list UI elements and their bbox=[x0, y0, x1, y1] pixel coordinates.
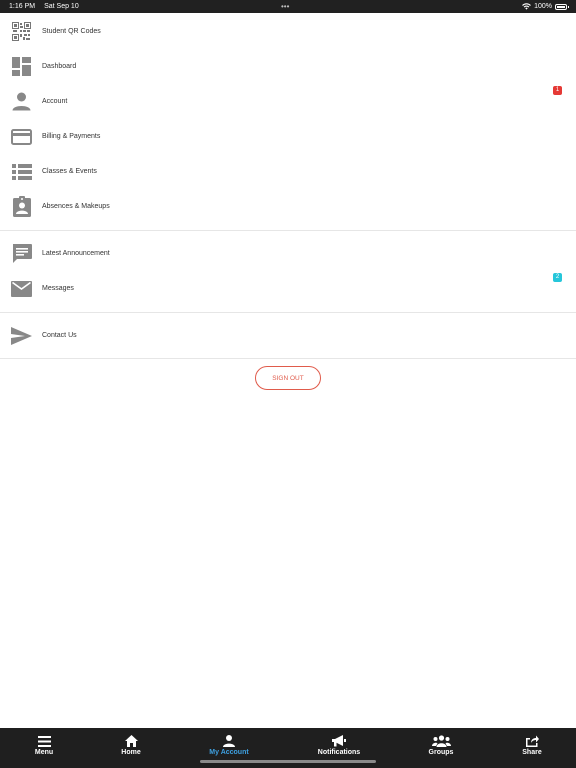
messages-badge: 2 bbox=[553, 273, 562, 282]
menu-group-account: Student QR Codes Dashboard Account 1 Bil… bbox=[0, 14, 576, 231]
announcement-icon bbox=[11, 243, 32, 264]
menu-item-absences-makeups[interactable]: Absences & Makeups bbox=[0, 189, 576, 224]
home-indicator[interactable] bbox=[200, 760, 376, 763]
tab-label: Share bbox=[522, 749, 542, 756]
menu-item-messages[interactable]: Messages 2 bbox=[0, 271, 576, 306]
menu-item-label: Account bbox=[42, 98, 68, 105]
tab-groups[interactable]: Groups bbox=[401, 734, 481, 760]
send-icon bbox=[11, 325, 32, 346]
status-date: Sat Sep 10 bbox=[44, 3, 79, 10]
person-icon bbox=[11, 91, 32, 112]
menu-item-dashboard[interactable]: Dashboard bbox=[0, 49, 576, 84]
credit-card-icon bbox=[11, 126, 32, 147]
hamburger-menu-icon bbox=[37, 734, 51, 748]
menu-item-label: Messages bbox=[42, 285, 74, 292]
menu-item-billing-payments[interactable]: Billing & Payments bbox=[0, 119, 576, 154]
tab-label: Notifications bbox=[317, 749, 361, 756]
app-screen: 1:16 PM Sat Sep 10 ••• 100% Student QR C… bbox=[0, 0, 576, 768]
tab-label: Groups bbox=[428, 749, 454, 756]
menu-item-label: Billing & Payments bbox=[42, 133, 101, 140]
menu-group-communication: Latest Announcement Messages 2 bbox=[0, 231, 576, 313]
tab-label: My Account bbox=[209, 749, 249, 756]
home-icon bbox=[124, 734, 138, 748]
menu-item-label: Latest Announcement bbox=[42, 250, 110, 257]
mail-icon bbox=[11, 278, 32, 299]
list-icon bbox=[11, 161, 32, 182]
tab-label: Menu bbox=[34, 749, 54, 756]
sign-out-button[interactable]: SIGN OUT bbox=[255, 366, 321, 390]
multitasking-dots-icon[interactable]: ••• bbox=[281, 2, 289, 11]
share-icon bbox=[525, 734, 539, 748]
battery-icon bbox=[555, 3, 569, 10]
tab-my-account[interactable]: My Account bbox=[189, 734, 269, 760]
tab-label: Home bbox=[121, 749, 141, 756]
menu-item-label: Dashboard bbox=[42, 63, 77, 70]
menu-item-student-qr-codes[interactable]: Student QR Codes bbox=[0, 14, 576, 49]
menu-item-account[interactable]: Account 1 bbox=[0, 84, 576, 119]
menu-item-label: Student QR Codes bbox=[42, 28, 101, 35]
tab-share[interactable]: Share bbox=[492, 734, 572, 760]
signout-container: SIGN OUT bbox=[0, 366, 576, 390]
megaphone-icon bbox=[332, 734, 346, 748]
status-bar: 1:16 PM Sat Sep 10 ••• 100% bbox=[0, 0, 576, 13]
qr-code-icon bbox=[11, 21, 32, 42]
dashboard-icon bbox=[11, 56, 32, 77]
menu-item-label: Classes & Events bbox=[42, 168, 97, 175]
menu-item-classes-events[interactable]: Classes & Events bbox=[0, 154, 576, 189]
tab-notifications[interactable]: Notifications bbox=[299, 734, 379, 760]
tab-menu[interactable]: Menu bbox=[4, 734, 84, 760]
wifi-icon bbox=[522, 3, 531, 10]
status-time: 1:16 PM bbox=[9, 3, 36, 10]
menu-item-label: Contact Us bbox=[42, 332, 77, 339]
menu-item-label: Absences & Makeups bbox=[42, 203, 110, 210]
person-icon bbox=[223, 734, 235, 748]
status-right: 100% bbox=[522, 0, 569, 13]
menu-item-contact-us[interactable]: Contact Us bbox=[0, 318, 576, 353]
assignment-ind-icon bbox=[11, 196, 32, 217]
account-menu: Student QR Codes Dashboard Account 1 Bil… bbox=[0, 14, 576, 359]
menu-group-contact: Contact Us bbox=[0, 313, 576, 359]
menu-item-latest-announcement[interactable]: Latest Announcement bbox=[0, 236, 576, 271]
battery-percent: 100% bbox=[534, 3, 552, 10]
tab-home[interactable]: Home bbox=[91, 734, 171, 760]
groups-icon bbox=[431, 734, 451, 748]
account-badge: 1 bbox=[553, 86, 562, 95]
